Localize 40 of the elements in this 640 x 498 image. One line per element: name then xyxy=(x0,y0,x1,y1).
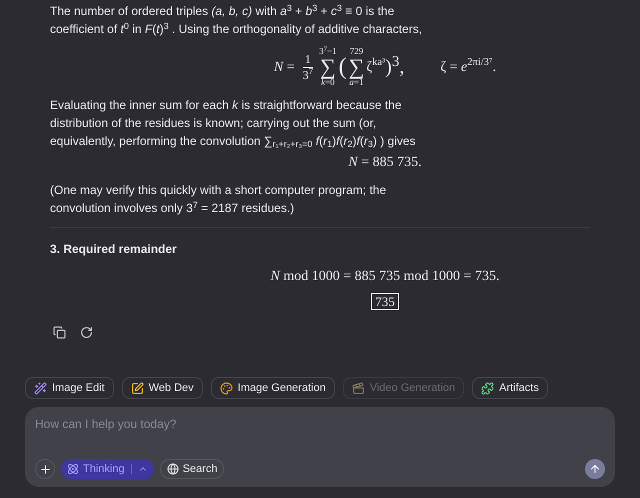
close-parenthesis: )$^{3}$, xyxy=(385,57,404,77)
retry-icon[interactable] xyxy=(80,326,93,339)
search-toggle[interactable]: Search xyxy=(160,459,224,479)
pen-icon xyxy=(130,382,144,394)
equation: N = 885 735. xyxy=(348,154,422,172)
suggestion-chip[interactable]: Artifacts xyxy=(472,377,548,399)
inner-sum-upper-limit: 729 xyxy=(350,47,364,56)
plus-icon xyxy=(38,462,52,476)
inner-sum-lower-limit: a=1 xyxy=(349,78,364,87)
outer-sum-lower-limit: k=0 xyxy=(321,78,335,87)
copy-icon[interactable] xyxy=(53,326,66,339)
sigma-symbol: ∑ xyxy=(348,56,364,78)
message-input[interactable]: How can I help you today? Thinking Search xyxy=(25,407,615,487)
sum-term: ζ$^{ka³}$ xyxy=(366,56,386,76)
atom-icon xyxy=(67,463,79,475)
fraction-denominator: 3$^{7}$ xyxy=(302,68,314,82)
palette-icon xyxy=(220,382,233,394)
open-parenthesis: ( xyxy=(338,55,347,79)
equation-lhs: N = xyxy=(274,58,295,76)
boxed-answer: 735 xyxy=(371,293,399,310)
send-button[interactable] xyxy=(585,459,605,479)
sigma-symbol: ∑ xyxy=(320,56,336,78)
arrow-up-icon xyxy=(589,463,601,475)
add-button[interactable] xyxy=(35,459,55,479)
thinking-toggle[interactable]: Thinking xyxy=(61,459,154,479)
paragraph: The number of ordered triples (a, b, c) with a$^{3}$ + b$^{3}$ + c$^{3}$ ≡ 0 is the coefficient of t$^{0}$ in F(t)$^{3}$ . Using the orthogonality of additive characters, xyxy=(50,2,424,38)
section-heading: 3. Required remainder xyxy=(50,241,178,258)
paragraph: Evaluating the inner sum for each k is straightforward because the distribution of the residues is known; carrying out the sum (or, equivalently, performing the convolution ∑$_{r₁+r₂+r₃=0}$ f(r$_{1}$)f(r$_{2}$)f(r$_{3}$) ) gives xyxy=(50,97,417,150)
paragraph: (One may verify this quickly with a short computer program; the convolution involves only 3$^{7}$ = 2187 residues.) xyxy=(50,182,388,217)
equation: N mod 1000 = 885 735 mod 1000 = 735. xyxy=(270,268,500,286)
suggestion-chip[interactable]: Web Dev xyxy=(122,377,203,399)
globe-icon xyxy=(166,463,179,475)
suggestion-chip[interactable]: Image Generation xyxy=(210,377,335,399)
fraction-numerator: 1 xyxy=(304,52,311,66)
puzzle-icon xyxy=(481,382,494,394)
suggestion-chip[interactable]: Image Edit xyxy=(25,377,114,399)
clapperboard-icon xyxy=(352,382,365,394)
wand-icon xyxy=(34,382,47,394)
zeta-definition: ζ = e$^{2πi/3⁷}$. xyxy=(440,56,496,76)
outer-sum-upper-limit: 3$^{7}$−1 xyxy=(319,47,337,56)
